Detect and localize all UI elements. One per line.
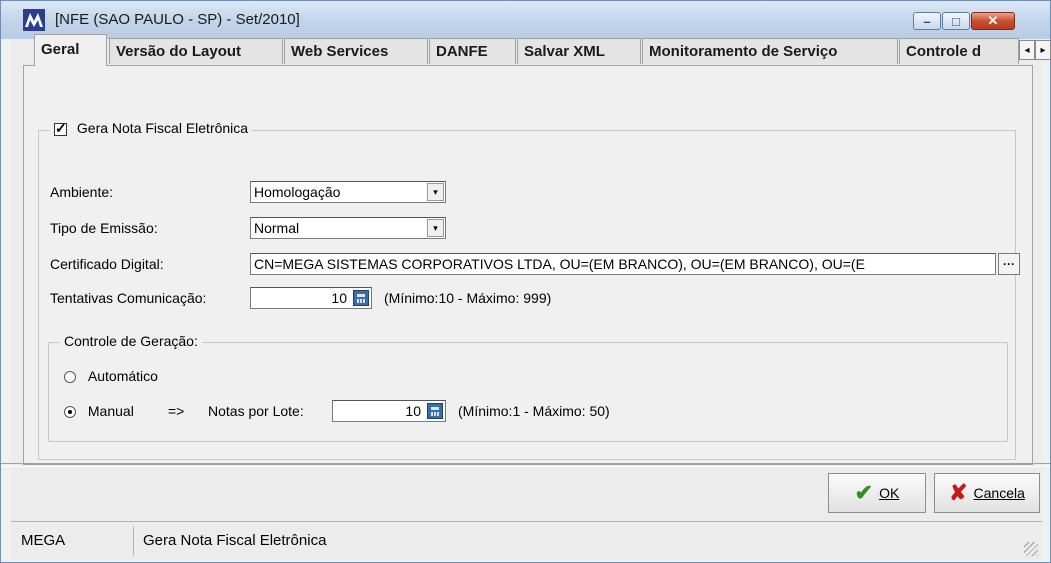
minimize-button[interactable]: – [913,12,941,30]
minimize-icon: – [923,13,931,29]
tab-scroll-left-button[interactable]: ◂ [1019,40,1035,60]
chevron-right-icon: ▸ [1040,44,1046,56]
tab-scroll-right-button[interactable]: ▸ [1035,40,1051,60]
checkmark-icon: ✔ [854,480,874,505]
notas-lote-input[interactable]: 10 [332,400,446,422]
gera-nfe-checkbox-row[interactable]: ✓ Gera Nota Fiscal Eletrônica [50,119,253,136]
ok-label: OK [879,485,900,501]
tentativas-input[interactable]: 10 [250,287,372,309]
gera-nfe-checkbox[interactable]: ✓ [54,119,67,136]
button-bar-separator [1,463,1050,467]
ok-button[interactable]: ✔ OK [828,473,926,513]
tentativas-hint: (Mínimo:10 - Máximo: 999) [384,290,552,306]
manual-radio-row[interactable]: Manual [64,403,134,419]
controle-geracao-groupbox [48,342,1008,442]
main-window: [NFE (SAO PAULO - SP) - Set/2010] – □ ✕ … [0,0,1051,563]
notas-lote-label: Notas por Lote: [208,403,304,419]
tipo-emissao-select[interactable]: Normal ▾ [250,217,446,239]
certificado-label: Certificado Digital: [50,256,164,272]
ambiente-label: Ambiente: [50,184,114,200]
certificado-field[interactable]: CN=MEGA SISTEMAS CORPORATIVOS LTDA, OU=(… [250,253,996,275]
chevron-down-icon[interactable]: ▾ [427,183,444,201]
window-title: [NFE (SAO PAULO - SP) - Set/2010] [55,11,300,28]
controle-geracao-title: Controle de Geração: [60,333,202,349]
tab-danfe[interactable]: DANFE [429,38,516,64]
notas-lote-value: 10 [405,403,421,419]
tab-monitoramento[interactable]: Monitoramento de Serviço [642,38,898,64]
maximize-button[interactable]: □ [942,12,970,30]
calculator-icon[interactable] [353,290,369,306]
manual-radio[interactable] [64,406,76,419]
check-icon: ✓ [55,119,67,136]
arrow-text: => [168,403,185,419]
ambiente-value: Homologação [254,184,341,200]
cross-icon: ✘ [949,480,968,505]
cancel-button[interactable]: ✘ Cancela [934,473,1040,513]
resize-grip-icon[interactable] [1024,542,1038,556]
calculator-icon[interactable] [427,403,443,419]
close-button[interactable]: ✕ [971,12,1015,30]
maximize-icon: □ [952,13,960,29]
certificado-browse-button[interactable]: ··· [998,253,1020,275]
tab-geral[interactable]: Geral [34,34,107,66]
app-logo-icon [23,9,45,31]
automatico-label: Automático [87,368,158,384]
ellipsis-icon: ··· [1003,257,1015,271]
tentativas-label: Tentativas Comunicação: [50,290,207,306]
tentativas-value: 10 [331,290,347,306]
title-bar[interactable]: [NFE (SAO PAULO - SP) - Set/2010] – □ ✕ [1,1,1050,39]
chevron-left-icon: ◂ [1024,44,1030,56]
status-bar: MEGA Gera Nota Fiscal Eletrônica [11,521,1042,560]
tab-web-services[interactable]: Web Services [284,38,428,64]
ambiente-select[interactable]: Homologação ▾ [250,181,446,203]
automatico-radio[interactable] [64,371,76,384]
tab-panel-geral: ✓ Gera Nota Fiscal Eletrônica Ambiente: … [23,65,1033,465]
automatico-radio-row[interactable]: Automático [64,368,158,384]
tab-versao-layout[interactable]: Versão do Layout [109,38,283,64]
cancel-label: Cancela [973,485,1025,501]
chevron-down-icon[interactable]: ▾ [427,219,444,237]
close-icon: ✕ [987,13,999,28]
tipo-emissao-value: Normal [254,220,300,236]
gera-nfe-label: Gera Nota Fiscal Eletrônica [76,120,249,136]
tab-controle[interactable]: Controle d [899,38,1019,64]
status-panel-user: MEGA [21,532,66,549]
status-panel-message: Gera Nota Fiscal Eletrônica [143,532,327,549]
notas-lote-hint: (Mínimo:1 - Máximo: 50) [458,403,610,419]
tipo-emissao-label: Tipo de Emissão: [50,220,158,236]
status-divider [133,526,134,556]
tab-salvar-xml[interactable]: Salvar XML [517,38,641,64]
manual-label: Manual [87,403,134,419]
